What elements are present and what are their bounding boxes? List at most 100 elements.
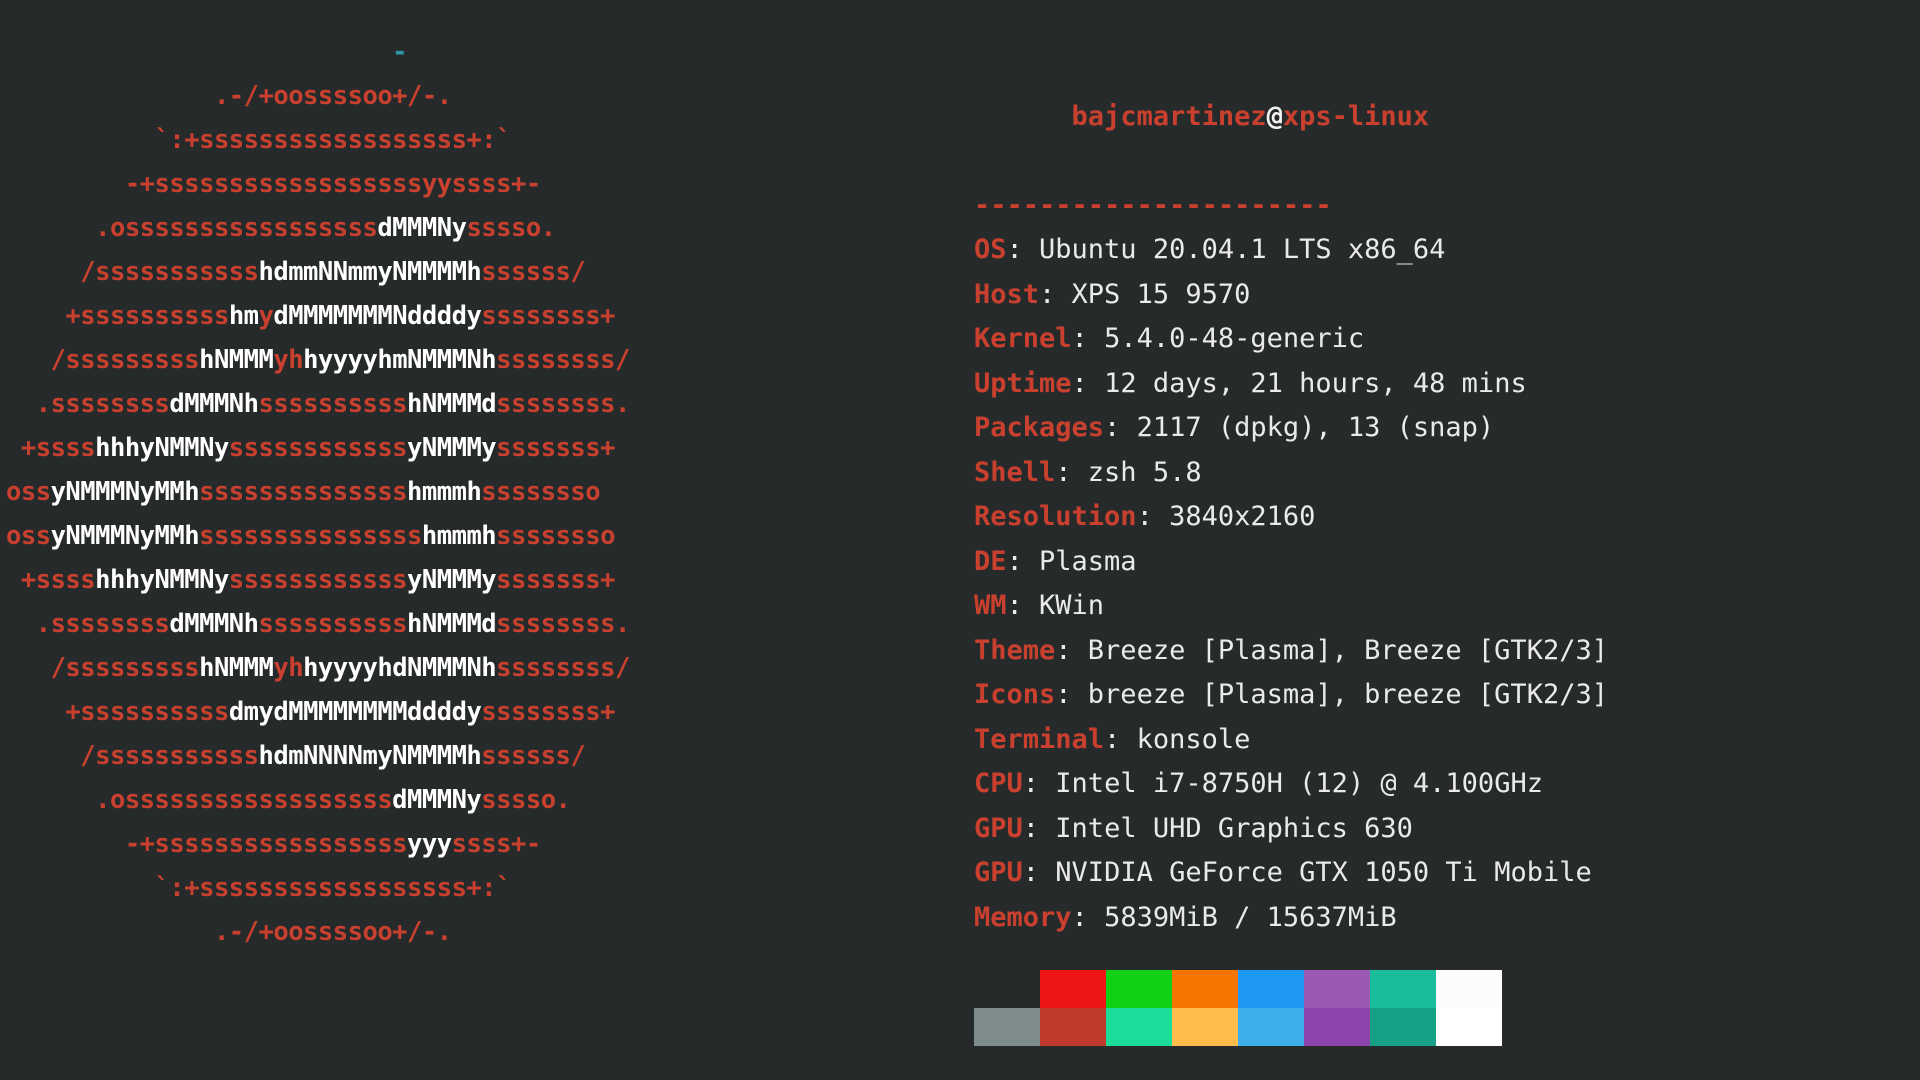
ascii-art-segment: +ssssssssss (65, 697, 229, 727)
ascii-art-segment: +ssss (20, 433, 96, 463)
ascii-art-line: /ssssssssssshdmNNNNmyNMMMMhssssss/ (6, 734, 960, 778)
ascii-art-segment: yyy (407, 829, 452, 859)
ascii-art-line: .-/+oossssoo+/-. (6, 74, 960, 118)
info-separator: : (1039, 278, 1072, 310)
ascii-art-segment: yh (273, 653, 304, 683)
info-line-de: DE: Plasma (974, 540, 1920, 585)
ascii-art-segment: y (258, 301, 274, 331)
ascii-art-segment: hdmNNNNmyNMMMMh (258, 741, 482, 771)
ascii-art-segment: ssssss/ (481, 741, 586, 771)
title-underline: ---------------------- (974, 189, 1332, 221)
palette-swatch-bright-7 (1436, 1008, 1502, 1046)
ascii-art-line: /ssssssssshNMMMyhhyyyyhdNMMMNhssssssss/ (6, 646, 960, 690)
ascii-art-segment: MMMMMMMMddddy (288, 697, 482, 727)
at-symbol: @ (1266, 100, 1283, 132)
info-key: Host (974, 278, 1040, 310)
info-line-cpu: CPU: Intel i7-8750H (12) @ 4.100GHz (974, 762, 1920, 807)
ascii-art-segment: MMMMMMMNddddy (288, 301, 482, 331)
ascii-art-segment: -+sssssssssssssssss (124, 829, 408, 859)
info-line-gpu: GPU: Intel UHD Graphics 630 (974, 807, 1920, 852)
info-value: XPS 15 9570 (1071, 278, 1251, 310)
palette-swatch-bright-2 (1106, 1008, 1172, 1046)
ascii-art-line: ossyNMMMNyMMhssssssssssssssshmmmhsssssss… (6, 514, 960, 558)
palette-swatch-normal-2 (1106, 970, 1172, 1008)
ascii-art-line: +ssssssssssdmydMMMMMMMMddddyssssssss+ (6, 690, 960, 734)
palette-swatch-normal-6 (1370, 970, 1436, 1008)
ascii-art-line: .ossssssssssssssssssdMMMNysssso. (6, 778, 960, 822)
ascii-art-segment: hhhyNMMNy (95, 565, 229, 595)
hostname: xps-linux (1282, 100, 1430, 132)
info-key: WM (974, 590, 1007, 621)
ascii-art-segment: hNMMM (199, 653, 274, 683)
info-separator: : (1022, 857, 1056, 888)
info-value: 5.4.0-48-generic (1104, 323, 1365, 354)
ascii-art-line: .-/+oossssoo+/-. (6, 910, 960, 954)
info-value: 5839MiB / 15637MiB (1104, 901, 1397, 933)
ascii-art-segment: .osssssssssssssssss (95, 213, 378, 243)
info-key: OS (974, 234, 1007, 265)
info-line-uptime: Uptime: 12 days, 21 hours, 48 mins (974, 362, 1920, 407)
info-key: Shell (974, 456, 1056, 488)
info-value: 2117 (dpkg), 13 (snap) (1136, 412, 1495, 443)
palette-swatch-bright-6 (1370, 1008, 1436, 1046)
ascii-art-line: .ssssssssdMMMNhsssssssssshNMMMdssssssss. (6, 382, 960, 426)
ascii-art-segment: sssso. (466, 213, 556, 243)
info-separator: : (1104, 723, 1137, 755)
ascii-art-line: +sssshhhyNMMNyssssssssssssyNMMMysssssss+ (6, 426, 960, 470)
info-separator: : (1006, 545, 1040, 577)
info-value: KWin (1039, 590, 1105, 621)
info-key: GPU (974, 812, 1023, 844)
user-host-title: bajcmartinez@xps-linux (974, 50, 1920, 184)
ascii-art-segment: ssssssss/ (496, 653, 630, 683)
terminal-window: - .-/+oossssoo+/-. `:+ssssssssssssssssss… (0, 0, 1920, 1080)
ascii-art-segment: /sssssssss (50, 653, 200, 683)
info-key: Theme (974, 634, 1056, 666)
palette-row-bright (974, 1008, 1502, 1046)
info-separator: : (1022, 812, 1056, 844)
info-key: Terminal (974, 723, 1105, 755)
ascii-art-segment: hmmmh (421, 521, 497, 551)
ascii-art-line: ossyNMMMNyMMhsssssssssssssshmmmhssssssso (6, 470, 960, 514)
info-separator: : (1022, 768, 1056, 799)
ascii-art-line: +sssssssssshmydMMMMMMMNddddyssssssss+ (6, 294, 960, 338)
palette-swatch-bright-5 (1304, 1008, 1370, 1046)
ascii-art-segment: sssso. (481, 785, 571, 815)
ascii-art-segment: dMMMNy (392, 785, 482, 815)
info-value: Intel UHD Graphics 630 (1055, 812, 1413, 844)
info-separator: : (1136, 501, 1170, 532)
ascii-art-segment: hm (228, 301, 259, 331)
info-line-memory: Memory: 5839MiB / 15637MiB (974, 896, 1920, 941)
ascii-art-segment: oss (6, 521, 51, 551)
info-line-terminal: Terminal: konsole (974, 718, 1920, 763)
info-value: Plasma (1039, 545, 1137, 577)
ascii-art-segment: yNMMMy (407, 565, 497, 595)
info-line-resolution: Resolution: 3840x2160 (974, 495, 1920, 540)
ascii-art-segment: - (392, 37, 408, 67)
ascii-art-segment: hyyyyhdNMMMNh (303, 653, 497, 683)
ascii-art-segment: /sssssssssss (80, 257, 259, 287)
info-value: konsole (1136, 723, 1251, 755)
ascii-art-segment: yNMMMNyMMh (50, 477, 200, 507)
ascii-art-line: .osssssssssssssssssdMMMNysssso. (6, 206, 960, 250)
ascii-art-segment: /sssssssssss (80, 741, 259, 771)
info-line-theme: Theme: Breeze [Plasma], Breeze [GTK2/3] (974, 629, 1920, 674)
info-key: GPU (974, 857, 1023, 888)
ascii-art-segment: hhhyNMMNy (95, 433, 229, 463)
ascii-art-segment: hNMMM (199, 345, 274, 375)
info-value: Ubuntu 20.04.1 LTS x86_64 (1039, 234, 1446, 265)
info-value: NVIDIA GeForce GTX 1050 Ti Mobile (1055, 857, 1592, 888)
ascii-art-segment: yh (273, 345, 304, 375)
color-palette (974, 970, 1502, 1046)
palette-swatch-bright-4 (1238, 1008, 1304, 1046)
palette-swatch-bright-0 (974, 1008, 1040, 1046)
ascii-art-segment: dMMMNh (169, 609, 259, 639)
info-key: Memory (974, 901, 1072, 933)
info-separator: : (1055, 456, 1088, 488)
ascii-art-segment: yNMMMNyMMh (50, 521, 200, 551)
palette-swatch-normal-1 (1040, 970, 1106, 1008)
ascii-art-segment: /sssssssss (50, 345, 200, 375)
info-line-host: Host: XPS 15 9570 (974, 273, 1920, 318)
ascii-art-segment: ssssssssss (258, 609, 408, 639)
ascii-art-segment: hyyyyhmNMMMNh (303, 345, 497, 375)
ascii-art-segment: .-/+oossssoo+/-. (213, 81, 452, 111)
